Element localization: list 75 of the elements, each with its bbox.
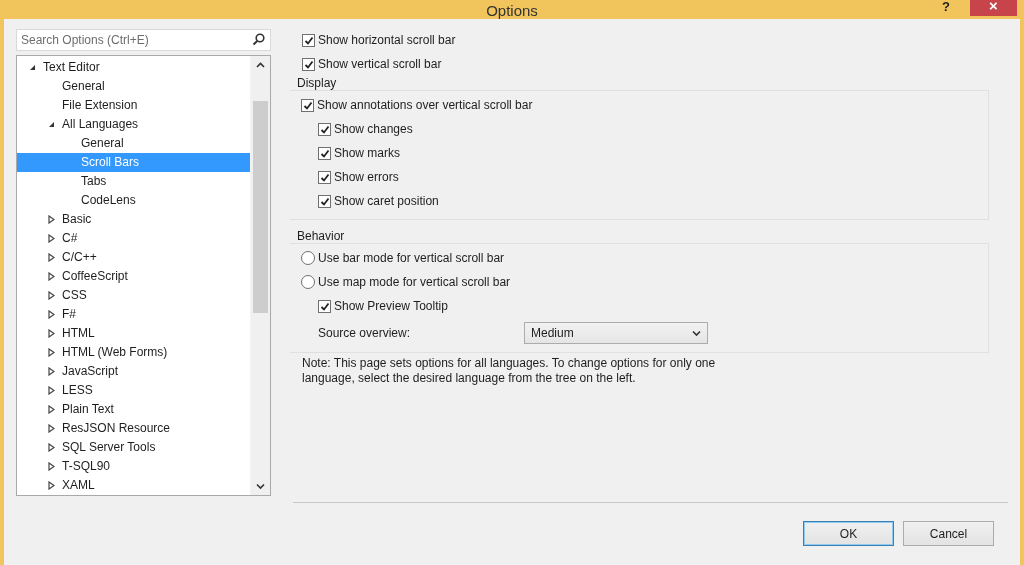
tree-item[interactable]: CoffeeScript bbox=[17, 267, 250, 286]
checkbox-label[interactable]: Show changes bbox=[334, 122, 413, 136]
expanded-triangle-icon[interactable] bbox=[48, 121, 55, 128]
radio-label[interactable]: Use map mode for vertical scroll bar bbox=[318, 275, 511, 289]
collapsed-triangle-icon[interactable] bbox=[48, 310, 55, 319]
search-icon[interactable] bbox=[252, 33, 265, 46]
close-button[interactable]: × bbox=[970, 0, 1017, 16]
radio-button[interactable] bbox=[301, 251, 315, 265]
tree-item[interactable]: Text Editor bbox=[17, 58, 250, 77]
checkbox[interactable] bbox=[318, 194, 331, 208]
dialog-button[interactable]: OK bbox=[803, 521, 894, 546]
collapsed-triangle-icon[interactable] bbox=[48, 367, 55, 376]
checkbox-label[interactable]: Show vertical scroll bar bbox=[318, 57, 442, 71]
tree-item[interactable]: CodeLens bbox=[17, 191, 250, 210]
tree-item[interactable]: ResJSON Resource bbox=[17, 419, 250, 438]
checkbox-label[interactable]: Show Preview Tooltip bbox=[334, 299, 448, 313]
collapsed-triangle-icon[interactable] bbox=[48, 291, 55, 300]
tree-item[interactable]: SQL Server Tools bbox=[17, 438, 250, 457]
checkbox-label[interactable]: Show marks bbox=[334, 146, 401, 160]
tree-item[interactable]: LESS bbox=[17, 381, 250, 400]
checkbox[interactable] bbox=[302, 57, 315, 71]
tree-item[interactable]: Basic bbox=[17, 210, 250, 229]
collapsed-triangle-icon[interactable] bbox=[48, 386, 55, 395]
radio-label[interactable]: Use bar mode for vertical scroll bar bbox=[318, 251, 505, 265]
scroll-down-icon[interactable] bbox=[256, 482, 265, 490]
collapsed-triangle-icon[interactable] bbox=[48, 329, 55, 338]
dialog-button[interactable]: Cancel bbox=[903, 521, 994, 546]
collapsed-triangle-icon[interactable] bbox=[48, 272, 55, 281]
radio-button[interactable] bbox=[301, 275, 315, 289]
group-title: Display bbox=[296, 76, 338, 90]
tree-item[interactable]: Plain Text bbox=[17, 400, 250, 419]
checkbox[interactable] bbox=[318, 122, 331, 136]
checkbox-label[interactable]: Show horizontal scroll bar bbox=[318, 33, 456, 47]
collapsed-triangle-icon[interactable] bbox=[48, 253, 55, 262]
checkbox-label[interactable]: Show caret position bbox=[334, 194, 439, 208]
expanded-triangle-icon[interactable] bbox=[29, 64, 36, 71]
tree-item[interactable]: F# bbox=[17, 305, 250, 324]
search-field[interactable]: Search Options (Ctrl+E) bbox=[16, 29, 271, 51]
caret-icon bbox=[692, 329, 701, 337]
tree-item[interactable]: General bbox=[17, 134, 250, 153]
collapsed-triangle-icon[interactable] bbox=[48, 481, 55, 490]
tree-item[interactable]: JavaScript bbox=[17, 362, 250, 381]
source-overview-dropdown[interactable]: Medium bbox=[524, 322, 708, 344]
checkbox[interactable] bbox=[318, 170, 331, 184]
tree-item[interactable]: C/C++ bbox=[17, 248, 250, 267]
tree-item[interactable]: T-SQL90 bbox=[17, 457, 250, 476]
tree-item[interactable]: All Languages bbox=[17, 115, 250, 134]
collapsed-triangle-icon[interactable] bbox=[48, 462, 55, 471]
note-text: Note: This page sets options for all languages. To change options for only one language, select the desired language from the tree on the left. bbox=[302, 356, 717, 386]
checkbox[interactable] bbox=[318, 299, 331, 313]
tree-item[interactable]: HTML bbox=[17, 324, 250, 343]
scrollbar-thumb[interactable] bbox=[253, 101, 268, 313]
tree-item[interactable]: File Extension bbox=[17, 96, 250, 115]
field-label: Source overview: bbox=[318, 326, 411, 340]
tree-item[interactable]: CSS bbox=[17, 286, 250, 305]
checkbox-label[interactable]: Show errors bbox=[334, 170, 399, 184]
checkbox-label[interactable]: Show annotations over vertical scroll bar bbox=[317, 98, 533, 112]
tree-item[interactable]: General bbox=[17, 77, 250, 96]
help-button[interactable]: ? bbox=[942, 0, 950, 14]
checkbox[interactable] bbox=[318, 146, 331, 160]
tree-item[interactable]: HTML (Web Forms) bbox=[17, 343, 250, 362]
collapsed-triangle-icon[interactable] bbox=[48, 424, 55, 433]
group-title: Behavior bbox=[296, 229, 346, 243]
scroll-up-icon[interactable] bbox=[256, 62, 265, 69]
tree-item[interactable]: XAML bbox=[17, 476, 250, 495]
collapsed-triangle-icon[interactable] bbox=[48, 443, 55, 452]
collapsed-triangle-icon[interactable] bbox=[48, 405, 55, 414]
tree-item[interactable]: C# bbox=[17, 229, 250, 248]
collapsed-triangle-icon[interactable] bbox=[48, 348, 55, 357]
collapsed-triangle-icon[interactable] bbox=[48, 234, 55, 243]
collapsed-triangle-icon[interactable] bbox=[48, 215, 55, 224]
window-title: Options bbox=[486, 1, 538, 19]
tree-item[interactable]: Tabs bbox=[17, 172, 250, 191]
checkbox[interactable] bbox=[301, 98, 314, 112]
checkbox[interactable] bbox=[302, 33, 315, 47]
